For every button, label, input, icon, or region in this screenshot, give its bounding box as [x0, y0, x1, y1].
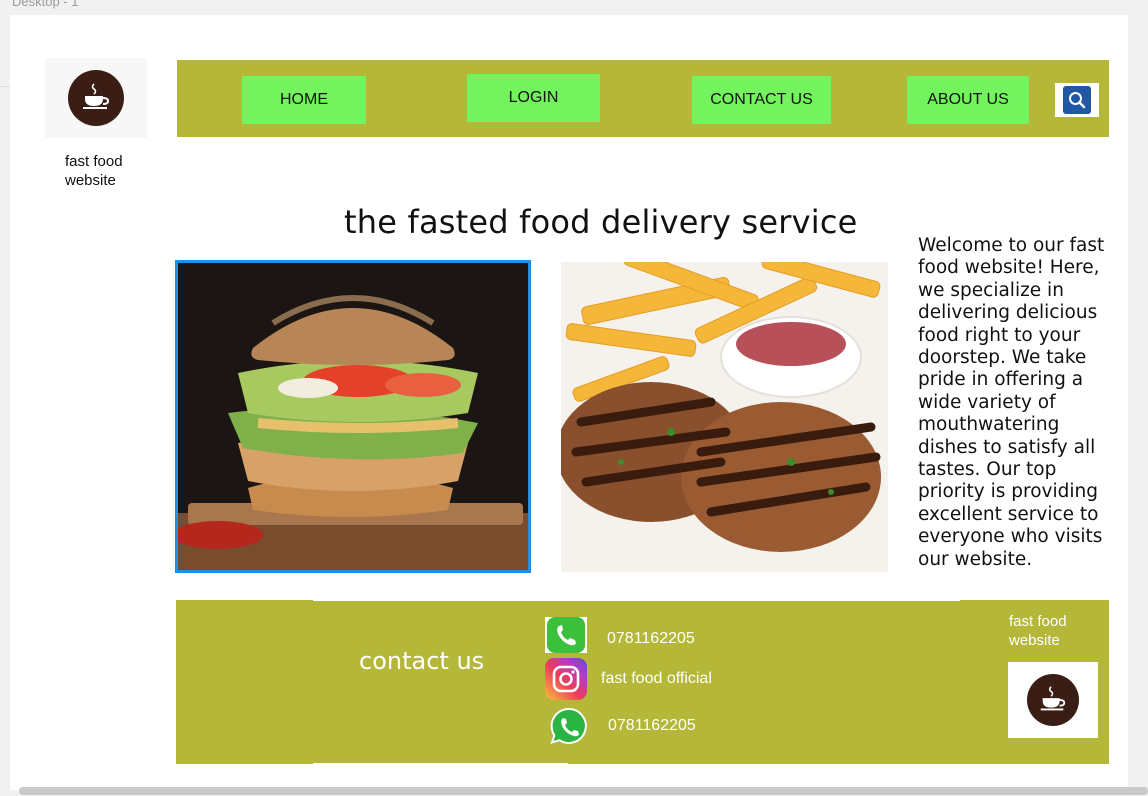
divider	[313, 763, 568, 764]
footer-contact-title: contact us	[359, 647, 485, 675]
page-canvas: fast food website HOME LOGIN CONTACT US …	[10, 15, 1128, 790]
footer-bar: contact us 0781162205 fast food official	[176, 600, 1109, 764]
page-headline: the fasted food delivery service	[344, 203, 858, 241]
instagram-icon	[545, 658, 587, 700]
coffee-cup-icon	[1027, 674, 1079, 726]
contact-instagram-text: fast food official	[601, 670, 712, 687]
nav-home-button[interactable]: HOME	[242, 76, 366, 124]
search-icon	[1063, 86, 1091, 114]
grilled-patties-fries-image	[561, 262, 888, 572]
whatsapp-icon	[549, 706, 589, 746]
contact-whatsapp[interactable]: 0781162205	[549, 706, 696, 746]
contact-phone-text: 0781162205	[607, 630, 695, 647]
top-nav-bar: HOME LOGIN CONTACT US ABOUT US	[177, 60, 1109, 137]
brand-logo[interactable]	[45, 58, 147, 138]
burger-image	[175, 260, 531, 573]
nav-about-us-button[interactable]: ABOUT US	[907, 76, 1029, 124]
welcome-paragraph: Welcome to our fast food website! Here, …	[918, 235, 1105, 570]
horizontal-scrollbar[interactable]	[19, 787, 1148, 795]
footer-brand-name: fast food website	[1009, 613, 1067, 649]
search-button[interactable]	[1055, 83, 1099, 117]
divider	[313, 600, 960, 601]
contact-instagram[interactable]: fast food official	[545, 658, 712, 700]
frame-label: Desktop - 1	[12, 0, 79, 9]
coffee-cup-icon	[68, 70, 124, 126]
brand-name: fast food website	[65, 153, 123, 189]
contact-whatsapp-text: 0781162205	[608, 717, 696, 734]
contact-phone[interactable]: 0781162205	[545, 617, 695, 653]
footer-logo[interactable]	[1008, 662, 1098, 738]
nav-login-button[interactable]: LOGIN	[467, 74, 600, 122]
phone-icon	[545, 617, 587, 653]
divider	[0, 86, 10, 87]
nav-contact-us-button[interactable]: CONTACT US	[692, 76, 831, 124]
